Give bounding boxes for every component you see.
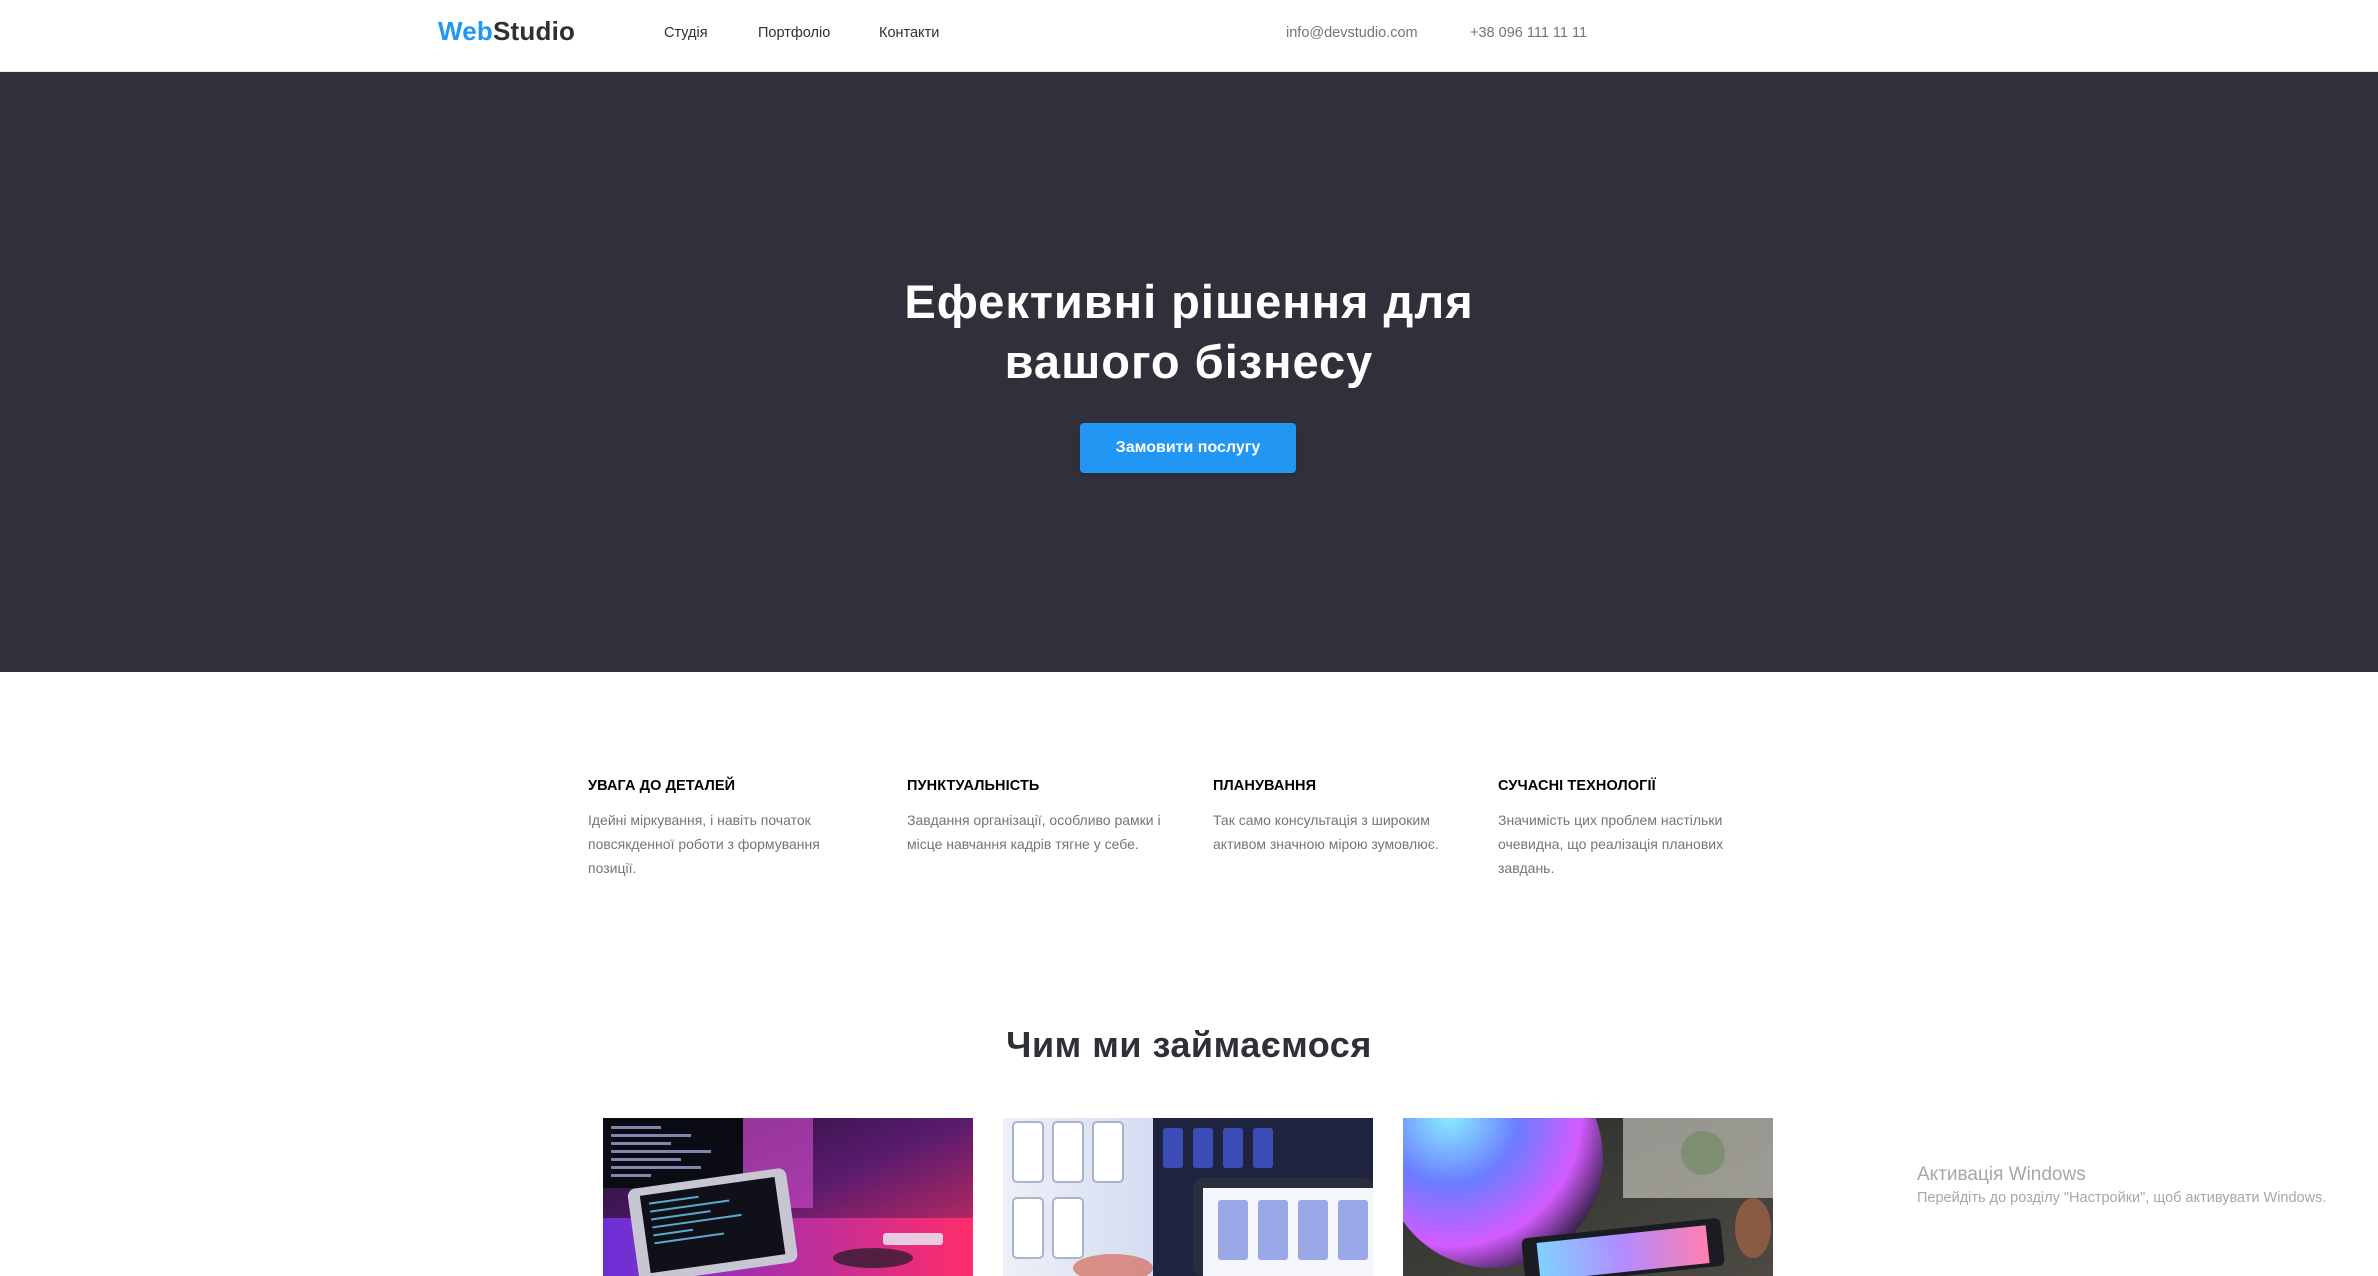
site-header: WebStudio Студія Портфоліо Контакти info… <box>0 0 2378 72</box>
feature-title: Планування <box>1213 778 1317 794</box>
feature-title: Пунктуальність <box>907 778 1040 794</box>
feature-planning: Планування Так само консультація з широк… <box>1213 778 1483 856</box>
feature-text-line: позиції. <box>588 860 637 876</box>
phone-link[interactable]: +38 096 111 11 11 <box>1470 25 1587 41</box>
feature-modern-technologies: Сучасні технології Значимість цих пробле… <box>1498 778 1778 880</box>
nav-link-portfolio[interactable]: Портфоліо <box>758 25 830 41</box>
hero-title: Ефективні рішення для вашого бізнесу <box>0 272 2378 392</box>
feature-text: Так само консультація з широким активом … <box>1213 808 1483 856</box>
logo[interactable]: WebStudio <box>438 16 575 47</box>
service-image-app-mockups <box>1003 1118 1373 1276</box>
feature-text-line: Значимість цих проблем настільки <box>1498 812 1723 828</box>
feature-text-line: повсякденної роботи з формування <box>588 836 820 852</box>
feature-title: Сучасні технології <box>1498 778 1656 794</box>
feature-text-line: активом значною мірою зумовлює. <box>1213 836 1439 852</box>
feature-title: Увага до деталей <box>588 778 736 794</box>
feature-attention-to-detail: Увага до деталей Ідейні міркування, і на… <box>588 778 878 880</box>
windows-activation-title: Активація Windows <box>1917 1164 2086 1185</box>
windows-activation-subtitle: Перейдіть до розділу "Настройки", щоб ак… <box>1917 1190 2327 1206</box>
logo-studio: Studio <box>493 16 576 46</box>
feature-text-line: Так само консультація з широким <box>1213 812 1430 828</box>
feature-text: Завдання організації, особливо рамки і м… <box>907 808 1207 856</box>
service-image-design-monitor <box>1403 1118 1773 1276</box>
feature-text-line: Завдання організації, особливо рамки і <box>907 812 1161 828</box>
logo-web: Web <box>438 16 494 46</box>
nav-link-contacts[interactable]: Контакти <box>879 25 939 41</box>
feature-text-line: завдань. <box>1498 860 1555 876</box>
order-service-button[interactable]: Замовити послугу <box>1080 423 1296 473</box>
services-title: Чим ми займаємося <box>1006 1024 1372 1065</box>
hero-section: Ефективні рішення для вашого бізнесу Зам… <box>0 72 2378 672</box>
email-link[interactable]: info@devstudio.com <box>1286 25 1418 41</box>
feature-text-line: очевидна, що реалізація планових <box>1498 836 1724 852</box>
feature-punctuality: Пунктуальність Завдання організації, осо… <box>907 778 1207 856</box>
hero-title-line-2: вашого бізнесу <box>1004 335 1374 388</box>
feature-text: Ідейні міркування, і навіть початок повс… <box>588 808 878 880</box>
hero-title-line-1: Ефективні рішення для <box>904 275 1474 328</box>
feature-text-line: Ідейні міркування, і навіть початок <box>588 812 811 828</box>
nav-link-studio[interactable]: Студія <box>664 25 708 41</box>
service-image-laptop-code <box>603 1118 973 1276</box>
feature-text-line: місце навчання кадрів тягне у себе. <box>907 836 1139 852</box>
feature-text: Значимість цих проблем настільки очевидн… <box>1498 808 1778 880</box>
